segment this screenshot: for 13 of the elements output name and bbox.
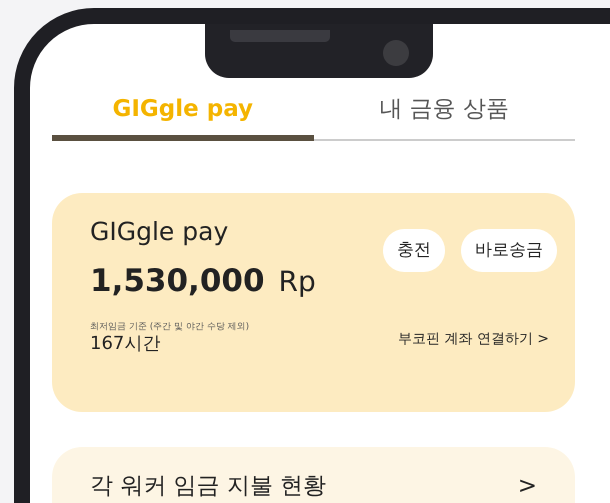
balance-amount: 1,530,000: [90, 262, 265, 301]
hours-value: 167시간: [90, 334, 162, 354]
wage-note: 최저임금 기준 (주간 및 야간 수당 제외): [90, 320, 250, 334]
card-title: GIGgle pay: [90, 216, 230, 248]
account-link[interactable]: 부코핀 계좌 연결하기 >: [398, 328, 549, 350]
tab[interactable]: 내 금융 상품: [314, 88, 575, 140]
currency-label: Rp: [278, 264, 316, 300]
camera-icon: [383, 40, 409, 66]
action-button[interactable]: 바로송금: [461, 228, 557, 272]
speaker-icon: [230, 30, 330, 42]
action-button[interactable]: 충전: [383, 228, 445, 272]
section-title: 각 워커 임금 지불 현황: [90, 472, 326, 500]
chevron-link[interactable]: >: [518, 468, 537, 503]
